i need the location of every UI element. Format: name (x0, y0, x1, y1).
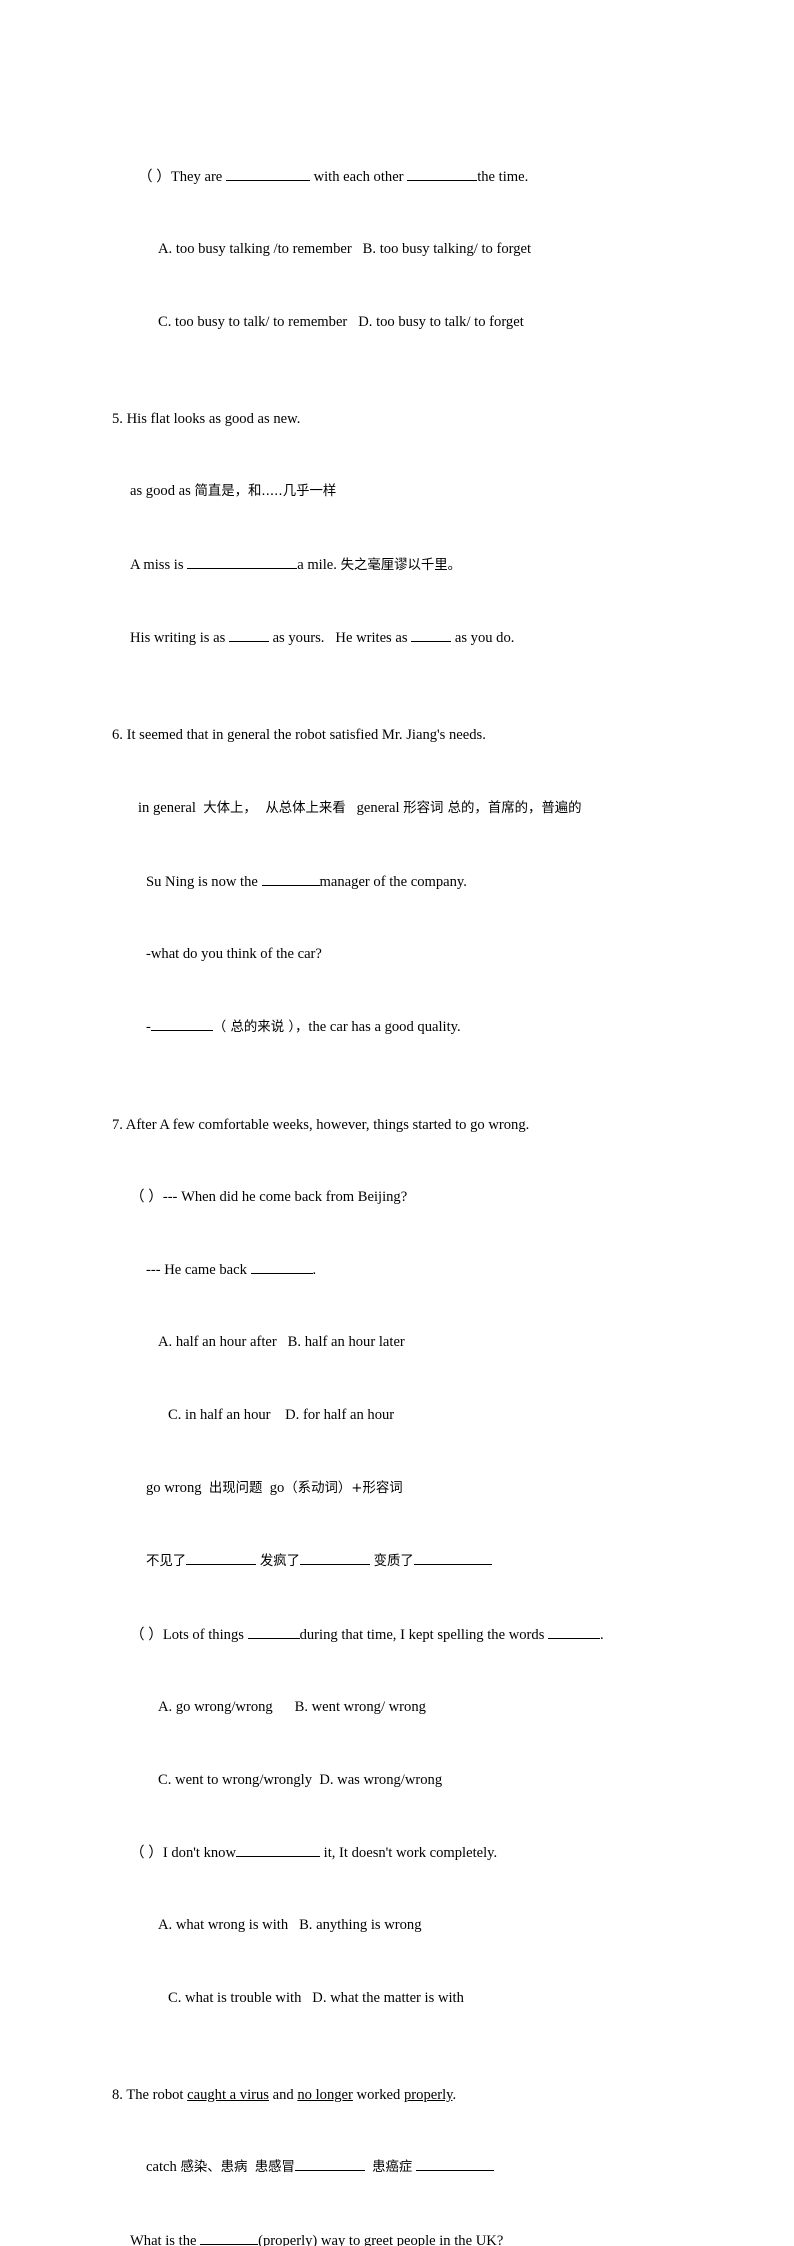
question-line: （ ）--- When did he come back from Beijin… (130, 1189, 408, 1206)
note-line: go wrong 出现问题 go（系动词）+形容词 (146, 1479, 403, 1496)
fill-blank (225, 166, 310, 181)
fill-blank (236, 1842, 320, 1857)
note-line: -what do you think of the car? (146, 946, 322, 963)
answer-choice-line: A. too busy talking /to remember B. too … (158, 241, 532, 258)
item-7-heading: 7. After A few comfortable weeks, howeve… (112, 1116, 530, 1133)
underlined-phrase: properly (403, 2086, 453, 2103)
question-line: （ ）I don't know it, It doesn't work comp… (112, 1841, 734, 1865)
fill-blank (411, 628, 452, 643)
answer-choice-line: A. what wrong is with B. anything is wro… (158, 1917, 422, 1934)
fill-blank (150, 1016, 213, 1031)
fill-blank (228, 628, 269, 643)
answer-choice-line: C. too busy to talk/ to remember D. too … (158, 313, 524, 330)
fill-blank (294, 2157, 365, 2172)
item-8-heading: 8. The robot caught a virus and no longe… (112, 2086, 457, 2103)
underlined-phrase: caught a virus (187, 2086, 269, 2103)
note-line: A miss is a mile. 失之毫厘谬以千里。 (112, 553, 734, 578)
fill-blank (250, 1259, 313, 1274)
underlined-phrase: no longer (297, 2086, 353, 2103)
fill-blank (247, 1624, 300, 1639)
question-line: （ ）Lots of things during that time, I ke… (112, 1623, 734, 1647)
fill-blank (415, 2157, 494, 2172)
fill-blank (413, 1551, 492, 1566)
note-line: as good as 简直是，和.....几乎一样 (130, 483, 337, 500)
document-page: （ ）They are with each other the time. A.… (0, 0, 794, 2246)
fill-blank (187, 554, 298, 569)
question-line: --- He came back . (112, 1258, 734, 1282)
item-5-heading: 5. His flat looks as good as new. (112, 410, 301, 427)
note-line: - （ 总的来说 ），the car has a good quality. (112, 1015, 734, 1040)
note-line: His writing is as as yours. He writes as… (112, 626, 734, 650)
fill-blank (300, 1551, 370, 1566)
note-line: in general 大体上， 从总体上来看 general 形容词 总的，首席… (138, 799, 582, 816)
fill-blank (200, 2230, 259, 2245)
answer-choice-line: A. go wrong/wrong B. went wrong/ wrong (158, 1699, 426, 1716)
fill-blank (548, 1624, 601, 1639)
note-line: 不见了 发疯了 变质了 (112, 1549, 734, 1574)
answer-choice-line: A. half an hour after B. half an hour la… (158, 1334, 405, 1351)
note-line: catch 感染、患病 患感冒 患癌症 (112, 2155, 734, 2180)
worksheet-content: （ ）They are with each other the time. A.… (112, 92, 734, 2246)
note-line: What is the (properly) way to greet peop… (112, 2229, 734, 2246)
item-6-heading: 6. It seemed that in general the robot s… (112, 727, 486, 744)
answer-choice-line: C. what is trouble with D. what the matt… (168, 1989, 464, 2006)
question-line: （ ）They are with each other the time. (112, 165, 734, 189)
fill-blank (407, 166, 478, 181)
answer-choice-line: C. went to wrong/wrongly D. was wrong/wr… (158, 1772, 443, 1789)
answer-choice-line: C. in half an hour D. for half an hour (168, 1406, 395, 1423)
fill-blank (186, 1551, 257, 1566)
fill-blank (261, 871, 320, 886)
note-line: Su Ning is now the manager of the compan… (112, 870, 734, 894)
